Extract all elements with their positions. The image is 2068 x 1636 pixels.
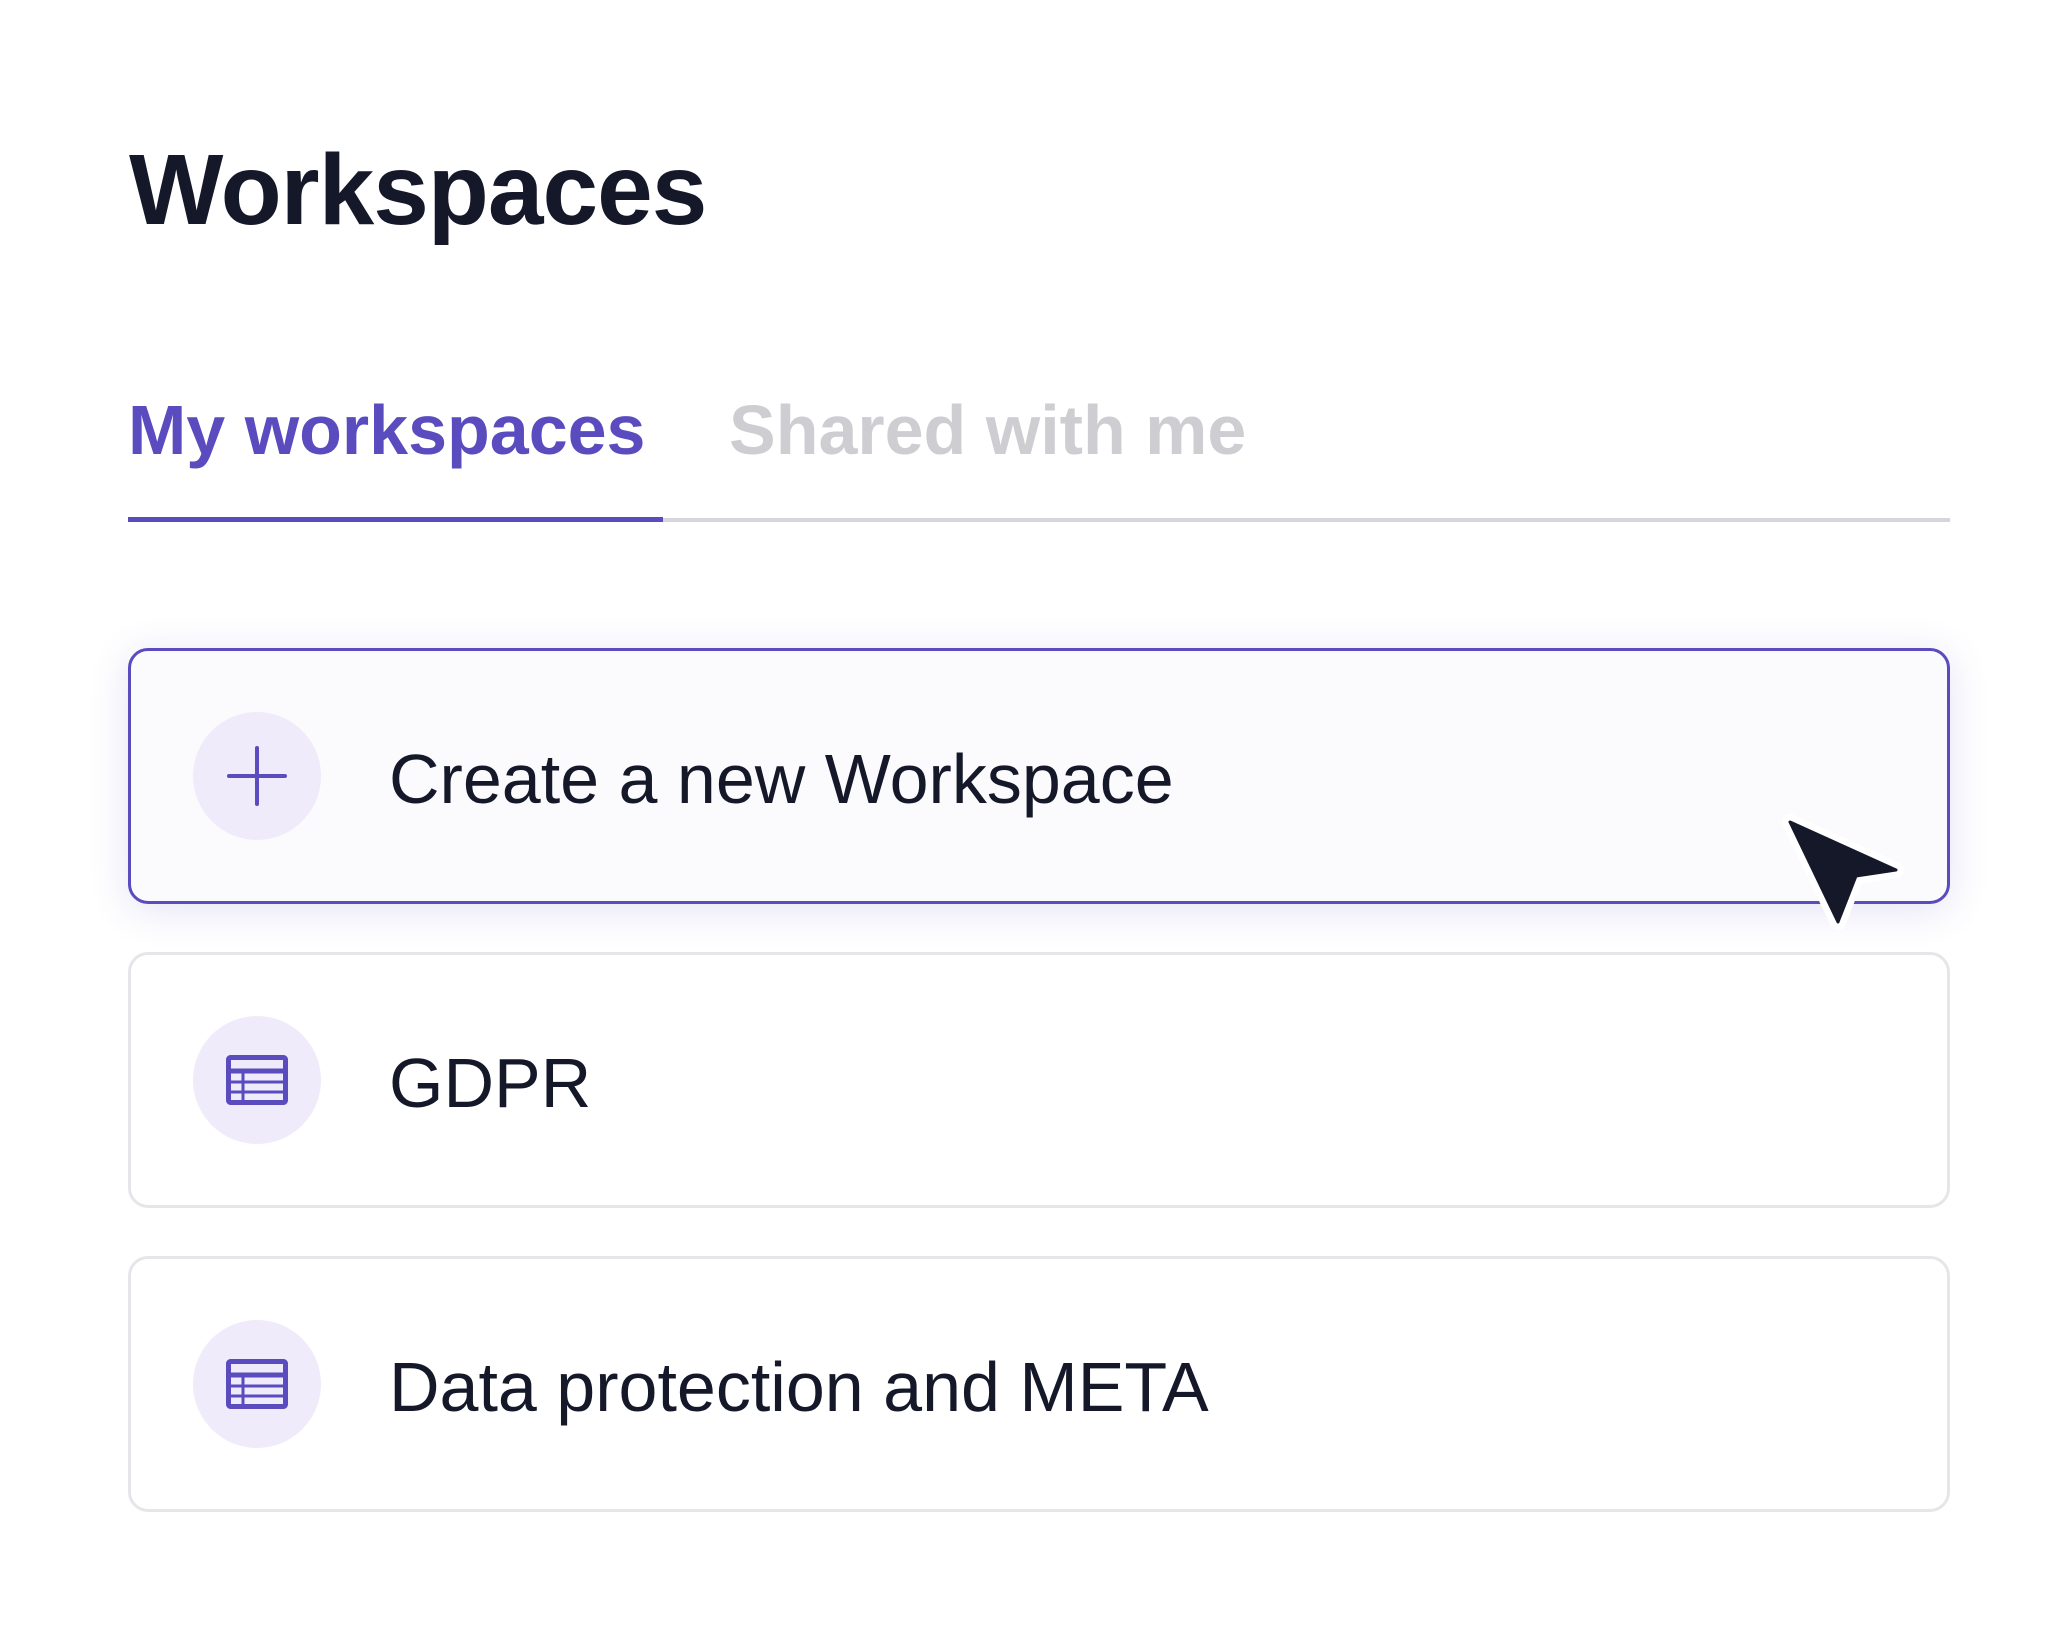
- workspace-name: GDPR: [389, 1044, 592, 1122]
- create-workspace-label: Create a new Workspace: [389, 740, 1174, 818]
- tab-shared-with-me[interactable]: Shared with me: [729, 380, 1246, 520]
- workspace-name: Data protection and META: [389, 1348, 1209, 1426]
- plus-icon: [193, 712, 321, 840]
- table-icon: [193, 1016, 321, 1144]
- page-title: Workspaces: [129, 134, 707, 246]
- active-tab-indicator: [128, 517, 663, 522]
- tab-my-workspaces[interactable]: My workspaces: [128, 380, 645, 520]
- table-icon: [193, 1320, 321, 1448]
- workspace-tabs: My workspaces Shared with me: [128, 380, 1950, 524]
- create-workspace-button[interactable]: Create a new Workspace: [128, 648, 1950, 904]
- workspace-item-data-protection-and-meta[interactable]: Data protection and META: [128, 1256, 1950, 1512]
- workspace-item-gdpr[interactable]: GDPR: [128, 952, 1950, 1208]
